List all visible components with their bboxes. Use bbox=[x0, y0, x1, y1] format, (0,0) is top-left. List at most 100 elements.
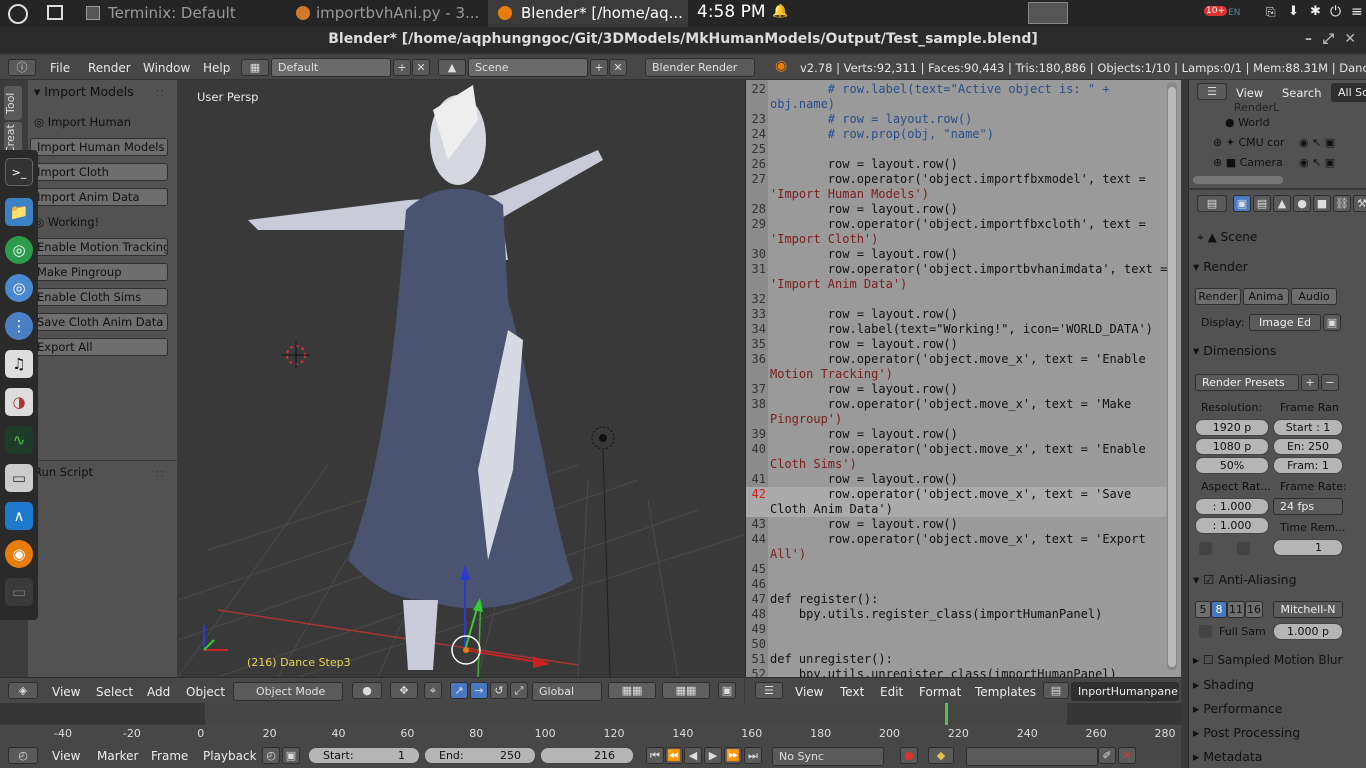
text-editor[interactable]: 22 # row.label(text="Active object is: "… bbox=[745, 80, 1181, 677]
mode-select[interactable]: Object Mode bbox=[233, 682, 343, 701]
aa-samples-5[interactable]: 5 bbox=[1195, 601, 1211, 618]
code-line[interactable]: Cloth Sims') bbox=[746, 457, 1166, 472]
code-line[interactable]: 39 row = layout.row() bbox=[746, 427, 1166, 442]
blender-tray-icon[interactable] bbox=[1028, 2, 1068, 24]
code-line[interactable]: 42 row.operator('object.move_x', text = … bbox=[746, 487, 1166, 502]
editor-scrollbar-thumb[interactable] bbox=[1168, 87, 1176, 667]
render-tab-icon[interactable]: ▣ bbox=[1233, 195, 1251, 212]
animation-button[interactable]: Anima bbox=[1243, 288, 1289, 305]
modifiers-tab-icon[interactable]: ⚒ bbox=[1353, 195, 1366, 212]
keying-set-icon[interactable]: ◆ bbox=[928, 747, 954, 764]
code-line[interactable]: 34 row.label(text="Working!", icon='WORL… bbox=[746, 322, 1166, 337]
start-frame-field[interactable]: Start: 1 bbox=[308, 747, 420, 764]
code-line[interactable]: 33 row = layout.row() bbox=[746, 307, 1166, 322]
scene-icon[interactable]: ▲ bbox=[438, 59, 466, 76]
menu-render[interactable]: Render bbox=[88, 61, 131, 75]
code-line[interactable]: 'Import Cloth') bbox=[746, 232, 1166, 247]
frame-step-field[interactable]: Fram: 1 bbox=[1273, 457, 1343, 474]
timeline-cursor[interactable] bbox=[944, 703, 948, 725]
code-line[interactable]: 25 bbox=[746, 142, 1166, 157]
code-line[interactable]: obj.name) bbox=[746, 97, 1166, 112]
code-line[interactable]: 38 row.operator('object.move_x', text = … bbox=[746, 397, 1166, 412]
export-all-button[interactable]: Export All bbox=[30, 338, 168, 356]
aa-samples-16[interactable]: 16 bbox=[1245, 601, 1263, 618]
code-line[interactable]: 46 bbox=[746, 577, 1166, 592]
outliner-search-menu[interactable]: Search bbox=[1282, 86, 1322, 100]
menu-select[interactable]: Select bbox=[96, 685, 133, 699]
taskbar-window-blender[interactable]: Blender* [/home/aq... bbox=[488, 0, 688, 27]
motion-blur-section-header[interactable]: ▸ ☐ Sampled Motion Blur bbox=[1193, 653, 1342, 667]
code-line[interactable]: 'Import Human Models') bbox=[746, 187, 1166, 202]
shading-select-icon[interactable]: ● bbox=[352, 682, 382, 699]
performance-section-header[interactable]: ▸ Performance bbox=[1193, 701, 1282, 716]
editor-type-text-icon[interactable]: ☰ bbox=[755, 682, 783, 699]
menu-view[interactable]: View bbox=[52, 749, 80, 763]
import-cloth-button[interactable]: Import Cloth bbox=[30, 163, 168, 181]
layers-grid-b[interactable]: ▦▦ bbox=[662, 682, 710, 699]
render-section-header[interactable]: ▾ Render bbox=[1193, 259, 1248, 274]
editor-type-timeline-icon[interactable]: ◴ bbox=[8, 747, 38, 764]
text-datablock-field[interactable]: InportHumanpanels... bbox=[1071, 682, 1179, 701]
code-line[interactable]: 'Import Anim Data') bbox=[746, 277, 1166, 292]
end-frame-field[interactable]: End: 250 bbox=[424, 747, 536, 764]
import-anim-data-button[interactable]: Import Anim Data bbox=[30, 188, 168, 206]
editor-type-outliner-icon[interactable]: ☰ bbox=[1197, 83, 1227, 100]
drive-icon[interactable]: ▭ bbox=[5, 578, 33, 606]
keying-set-field[interactable] bbox=[966, 747, 1098, 766]
window-icon[interactable]: ▭ bbox=[5, 464, 33, 492]
rotate-manipulator-icon[interactable]: ↺ bbox=[490, 682, 508, 699]
remove-scene-icon[interactable]: ✕ bbox=[609, 59, 627, 76]
full-sample-checkbox[interactable] bbox=[1199, 625, 1212, 638]
move-manipulator-icon[interactable]: → bbox=[470, 682, 488, 699]
visibility-eye-icon[interactable]: ◉ ↖ ▣ bbox=[1299, 156, 1335, 169]
run-script-panel[interactable]: Run Script bbox=[34, 465, 93, 479]
menu-help[interactable]: Help bbox=[203, 61, 230, 75]
save-cloth-anim-data-button[interactable]: Save Cloth Anim Data bbox=[30, 313, 168, 331]
notification-badge[interactable]: 10+ bbox=[1204, 6, 1227, 16]
code-line[interactable]: Pingroup') bbox=[746, 412, 1166, 427]
scene-field[interactable]: Scene bbox=[468, 58, 588, 77]
play-icon[interactable]: ▶ bbox=[704, 747, 722, 764]
scale-manipulator-icon[interactable]: ⤢ bbox=[510, 682, 528, 699]
viewport-canvas[interactable] bbox=[178, 80, 744, 677]
code-line[interactable]: 24 # row.prop(obj, "name") bbox=[746, 127, 1166, 142]
next-keyframe-icon[interactable]: ⏩ bbox=[724, 747, 742, 764]
outliner-row-camera[interactable]: ⊕ ■ Camera bbox=[1213, 156, 1283, 169]
prev-keyframe-icon[interactable]: ⏪ bbox=[665, 747, 683, 764]
3d-cursor[interactable] bbox=[282, 341, 310, 369]
code-line[interactable]: 47 def register(): bbox=[746, 592, 1166, 607]
code-line[interactable]: 28 row = layout.row() bbox=[746, 202, 1166, 217]
code-line[interactable]: 23 # row = layout.row() bbox=[746, 112, 1166, 127]
enable-motion-tracking-button[interactable]: Enable Motion Tracking bbox=[30, 238, 168, 256]
pivot-point-icon[interactable]: ✥ bbox=[390, 682, 418, 699]
code-line[interactable]: 37 row = layout.row() bbox=[746, 382, 1166, 397]
system-monitor-icon[interactable]: ∿ bbox=[5, 426, 33, 454]
lamp-object[interactable] bbox=[591, 426, 615, 677]
close-button[interactable]: ✕ bbox=[1344, 27, 1356, 51]
code-line[interactable]: 26 row = layout.row() bbox=[746, 157, 1166, 172]
visibility-eye-icon[interactable]: ◉ ↖ ▣ bbox=[1299, 136, 1335, 149]
power-icon[interactable]: ⏻ bbox=[1330, 4, 1341, 20]
crop-checkbox[interactable] bbox=[1237, 542, 1250, 555]
keyboard-layout[interactable]: EN bbox=[1228, 8, 1240, 18]
post-processing-section-header[interactable]: ▸ Post Processing bbox=[1193, 725, 1300, 740]
render-engine-select[interactable]: Blender Render bbox=[645, 58, 755, 77]
editor-type-properties-icon[interactable]: ▤ bbox=[1197, 195, 1227, 212]
frame-start-field[interactable]: Start : 1 bbox=[1273, 419, 1343, 436]
terminal-icon[interactable]: >_ bbox=[5, 158, 33, 186]
enable-cloth-sims-button[interactable]: Enable Cloth Sims bbox=[30, 288, 168, 306]
taskbar-window-terminix[interactable]: Terminix: Default bbox=[80, 0, 280, 27]
panel-drag-handle-icon[interactable]: ∷ bbox=[156, 86, 163, 100]
menu-edit[interactable]: Edit bbox=[880, 685, 903, 699]
settings-toggle-icon[interactable]: ◑ bbox=[5, 388, 33, 416]
scene-tab-icon[interactable]: ▲ bbox=[1273, 195, 1291, 212]
outliner-display-select[interactable]: All Sc bbox=[1331, 83, 1366, 102]
code-line[interactable]: 45 bbox=[746, 562, 1166, 577]
notification-bell-icon[interactable]: 🔔 bbox=[772, 4, 788, 19]
layers-grid-a[interactable]: ▦▦ bbox=[608, 682, 656, 699]
vscode-icon[interactable]: ∧ bbox=[5, 502, 33, 530]
world-tab-icon[interactable]: ● bbox=[1293, 195, 1311, 212]
insert-keyframe-icon[interactable]: ✐ bbox=[1098, 747, 1116, 764]
menu-templates[interactable]: Templates bbox=[975, 685, 1036, 699]
menu-view[interactable]: View bbox=[52, 685, 80, 699]
